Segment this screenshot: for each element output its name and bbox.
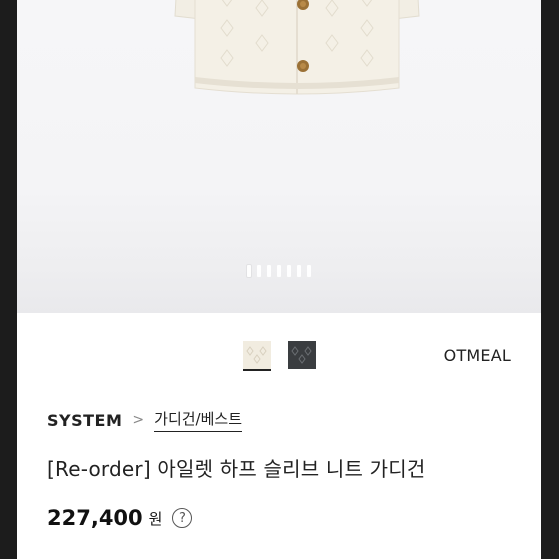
- pager-dot[interactable]: [257, 265, 261, 277]
- product-image: [174, 0, 420, 95]
- charcoal-swatch-icon[interactable]: [288, 341, 316, 371]
- product-detail-screen: OTMEAL SYSTEM > 가디건/베스트 [Re-order] 아일렛 하…: [17, 0, 541, 559]
- help-icon[interactable]: ?: [172, 508, 193, 528]
- price-row: 227,400 원 ?: [47, 506, 193, 530]
- right-border: [541, 0, 559, 559]
- category-link[interactable]: 가디건/베스트: [154, 408, 242, 432]
- selected-color-name: OTMEAL: [443, 346, 511, 365]
- pager-dot[interactable]: [287, 265, 291, 277]
- product-price: 227,400: [47, 506, 143, 530]
- brand-link[interactable]: SYSTEM: [47, 411, 122, 430]
- pager-dot[interactable]: [307, 265, 311, 277]
- pager-dot[interactable]: [247, 265, 251, 277]
- pager-dot[interactable]: [277, 265, 281, 277]
- left-border: [0, 0, 17, 559]
- breadcrumb: SYSTEM > 가디건/베스트: [47, 408, 242, 432]
- cream-swatch-icon[interactable]: [243, 341, 271, 371]
- color-swatches: [243, 341, 316, 371]
- image-pager: [247, 264, 311, 278]
- pager-dot[interactable]: [267, 265, 271, 277]
- chevron-right-icon: >: [132, 412, 145, 428]
- currency-unit: 원: [148, 509, 163, 528]
- product-image-gallery[interactable]: [17, 0, 541, 313]
- product-title: [Re-order] 아일렛 하프 슬리브 니트 가디건: [47, 457, 426, 481]
- pager-dot[interactable]: [297, 265, 301, 277]
